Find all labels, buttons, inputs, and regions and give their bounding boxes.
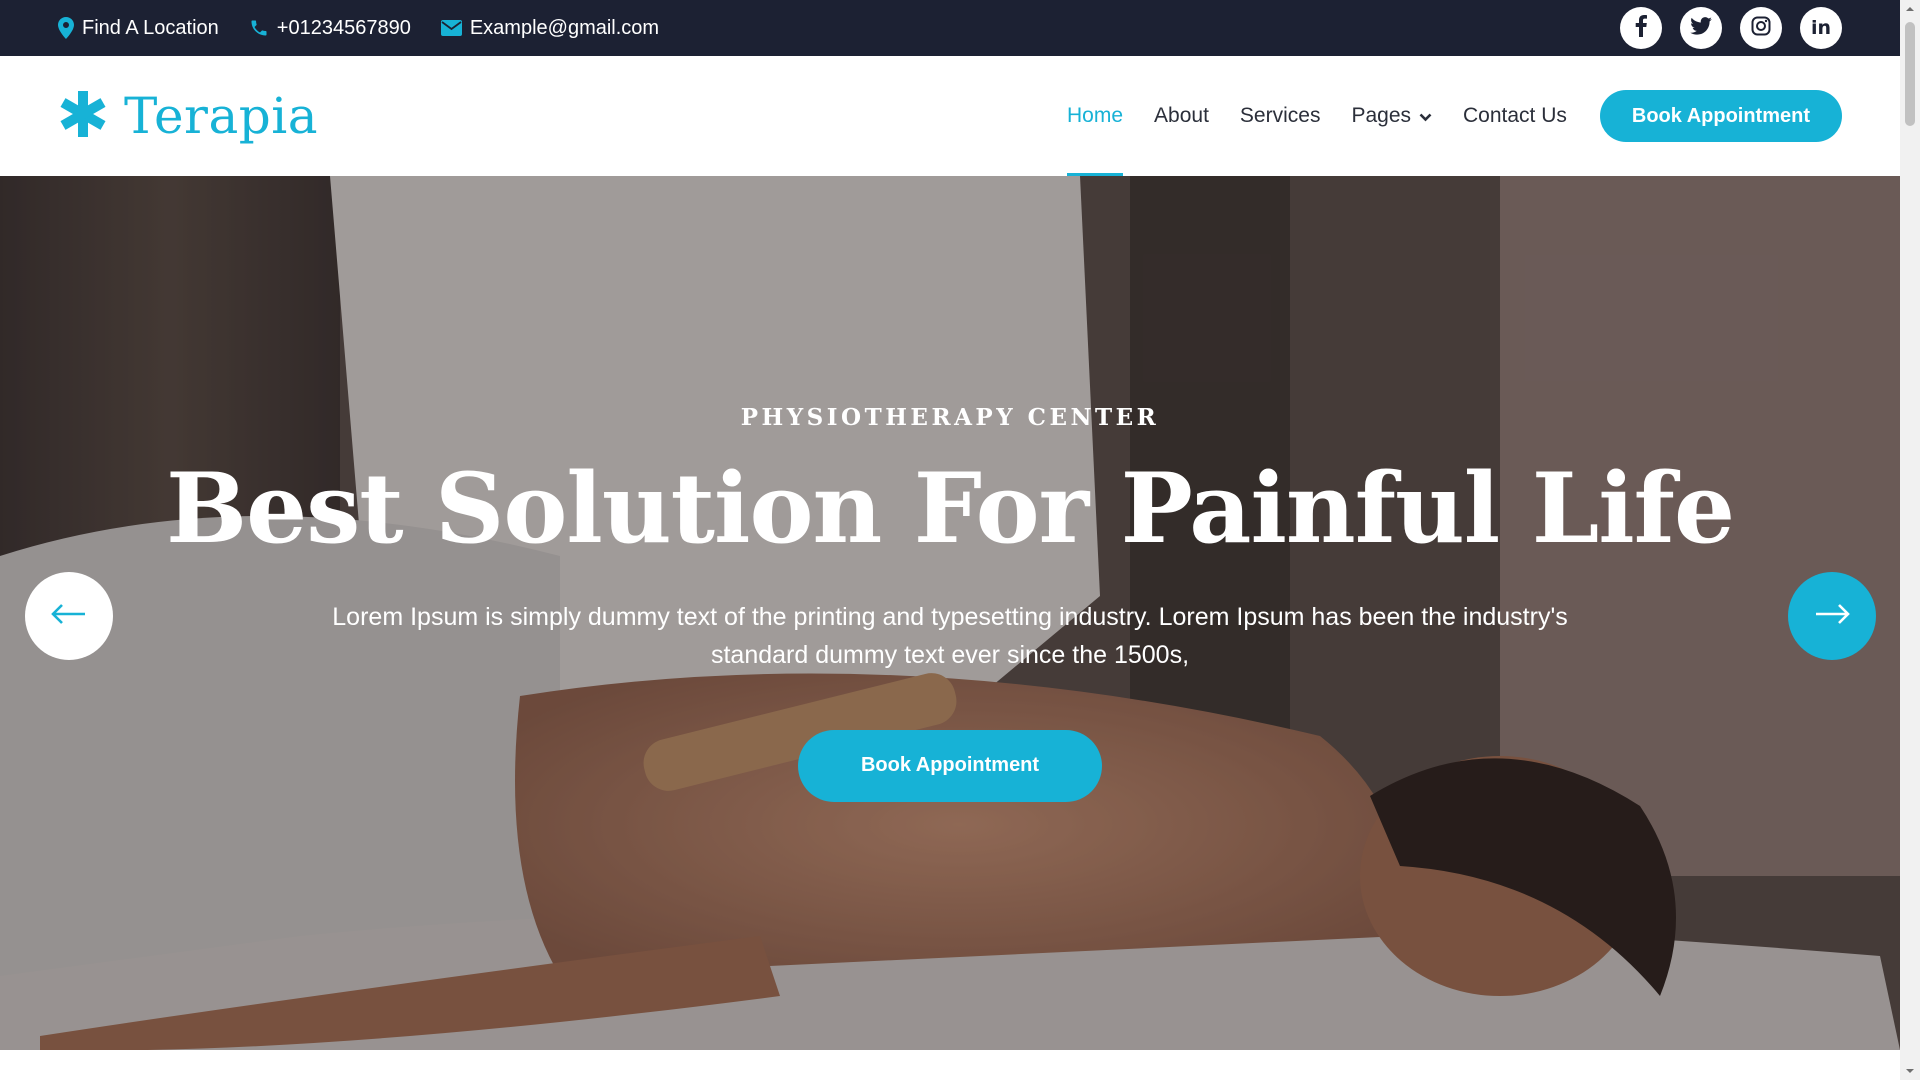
hero-slider: PHYSIOTHERAPY CENTER Best Solution For P… bbox=[0, 176, 1900, 1050]
facebook-icon bbox=[1635, 14, 1647, 42]
hero-book-appointment-button[interactable]: Book Appointment bbox=[798, 729, 1102, 802]
hero-description: Lorem Ipsum is simply dummy text of the … bbox=[332, 602, 1568, 669]
book-appointment-button[interactable]: Book Appointment bbox=[1599, 90, 1842, 142]
instagram-button[interactable] bbox=[1740, 7, 1782, 49]
social-links: in bbox=[1620, 7, 1842, 49]
map-pin-icon bbox=[58, 17, 74, 39]
nav-about[interactable]: About bbox=[1154, 56, 1209, 176]
arrow-right-icon bbox=[1814, 603, 1850, 630]
hero-title: Best Solution For Painful Life bbox=[165, 452, 1735, 565]
slider-prev-button[interactable] bbox=[25, 572, 113, 660]
instagram-icon bbox=[1751, 16, 1771, 41]
site-logo[interactable]: Terapia bbox=[58, 87, 318, 145]
email-link[interactable]: Example@gmail.com bbox=[440, 16, 660, 40]
location-text: Find A Location bbox=[82, 16, 219, 39]
facebook-button[interactable] bbox=[1620, 7, 1662, 49]
linkedin-button[interactable]: in bbox=[1800, 7, 1842, 49]
twitter-button[interactable] bbox=[1680, 7, 1722, 49]
scrollbar-thumb[interactable] bbox=[1905, 22, 1915, 126]
scroll-down-arrow-icon[interactable] bbox=[1905, 1066, 1915, 1076]
chevron-down-icon bbox=[1419, 104, 1432, 128]
phone-text: +01234567890 bbox=[276, 16, 411, 39]
main-nav: Home About Services Pages Contact Us Boo… bbox=[1067, 56, 1842, 176]
email-text: Example@gmail.com bbox=[469, 16, 660, 39]
site-header: Terapia Home About Services Pages Contac… bbox=[0, 56, 1900, 176]
location-link[interactable]: Find A Location bbox=[58, 17, 219, 40]
asterisk-logo-icon bbox=[58, 89, 108, 144]
scroll-up-arrow-icon[interactable] bbox=[1905, 4, 1915, 14]
envelope-icon bbox=[440, 20, 462, 36]
nav-home[interactable]: Home bbox=[1067, 56, 1124, 176]
hero-content: PHYSIOTHERAPY CENTER Best Solution For P… bbox=[0, 176, 1900, 1050]
contact-info: Find A Location +01234567890 Example@gma… bbox=[58, 17, 659, 40]
slider-next-button[interactable] bbox=[1788, 572, 1876, 660]
arrow-left-icon bbox=[51, 603, 87, 630]
twitter-icon bbox=[1690, 16, 1712, 40]
nav-contact[interactable]: Contact Us bbox=[1463, 56, 1567, 176]
nav-pages[interactable]: Pages bbox=[1351, 56, 1432, 176]
phone-icon bbox=[249, 18, 269, 38]
logo-text: Terapia bbox=[124, 87, 319, 145]
phone-link[interactable]: +01234567890 bbox=[249, 17, 411, 40]
nav-services[interactable]: Services bbox=[1240, 56, 1321, 176]
linkedin-icon: in bbox=[1810, 17, 1832, 39]
top-info-bar: Find A Location +01234567890 Example@gma… bbox=[0, 0, 1900, 56]
page-scrollbar[interactable] bbox=[1900, 0, 1920, 1080]
nav-pages-label: Pages bbox=[1351, 104, 1411, 127]
hero-eyebrow: PHYSIOTHERAPY CENTER bbox=[740, 404, 1160, 431]
